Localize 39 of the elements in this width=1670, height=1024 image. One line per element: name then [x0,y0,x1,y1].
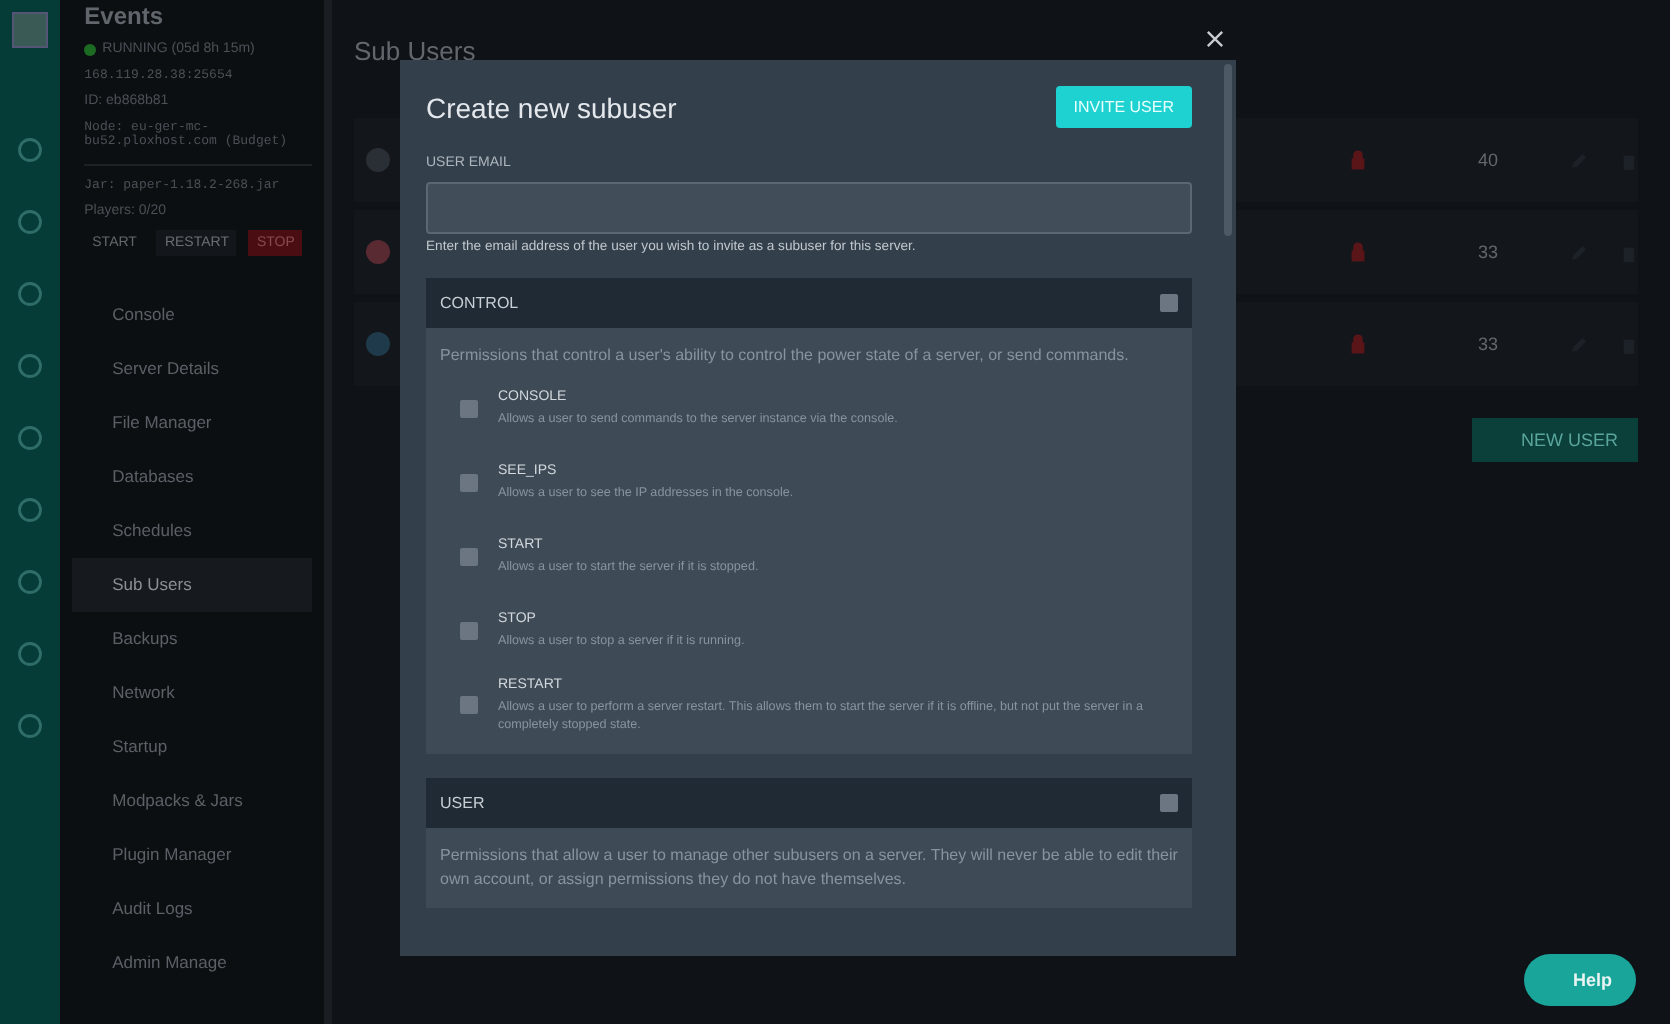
permission-checkbox[interactable] [460,474,478,492]
nav-item[interactable]: Databases [72,450,312,504]
section-description: Permissions that control a user's ability to control the power state of a server, or send commands. [440,344,1131,368]
nav-item[interactable]: Backups [72,612,312,666]
page-title: Sub Users [354,36,476,66]
lock-icon [1350,242,1366,262]
nav-item[interactable]: Sub Users [72,558,312,612]
help-button[interactable]: Help [1524,954,1636,1006]
new-user-button[interactable]: NEW USER [1472,418,1638,462]
nav-item[interactable]: Console [72,288,312,342]
close-icon[interactable] [1206,30,1224,48]
section-title: CONTROL [440,294,519,312]
nav-item[interactable]: Server Details [72,342,312,396]
permission-checkbox[interactable] [460,622,478,640]
section-checkbox[interactable] [1160,294,1178,312]
nav-item[interactable]: File Manager [72,396,312,450]
permission-checkbox[interactable] [460,548,478,566]
permission-count: 40 [1478,150,1501,170]
nav-item[interactable]: Audit Logs [72,882,312,936]
section-checkbox[interactable] [1160,794,1178,812]
section-description: Permissions that allow a user to manage other subusers on a server. They will never be able to edit their own account, or assign permissions they do not have themselves. [440,844,1178,892]
nav-item[interactable]: Network [72,666,312,720]
nav-item[interactable]: Plugin Manager [72,828,312,882]
modal-title: Create new subuser [426,91,677,123]
status-dot-icon [84,43,97,55]
permission-count: 33 [1478,242,1501,262]
permission-checkbox[interactable] [460,400,478,418]
nav-item[interactable]: Startup [72,720,312,774]
lock-icon [1350,334,1366,354]
invite-user-button[interactable]: INVITE USER [1055,86,1192,128]
permission-count: 33 [1478,334,1501,354]
section-title: USER [440,794,485,812]
nav-item[interactable]: Admin Manage [72,936,312,990]
lock-icon [1350,150,1366,170]
permission-checkbox[interactable] [460,696,478,714]
nav-item[interactable]: Modpacks & Jars [72,774,312,828]
server-name: Events [84,2,165,30]
nav-item[interactable]: Schedules [72,504,312,558]
email-input[interactable] [426,182,1192,234]
